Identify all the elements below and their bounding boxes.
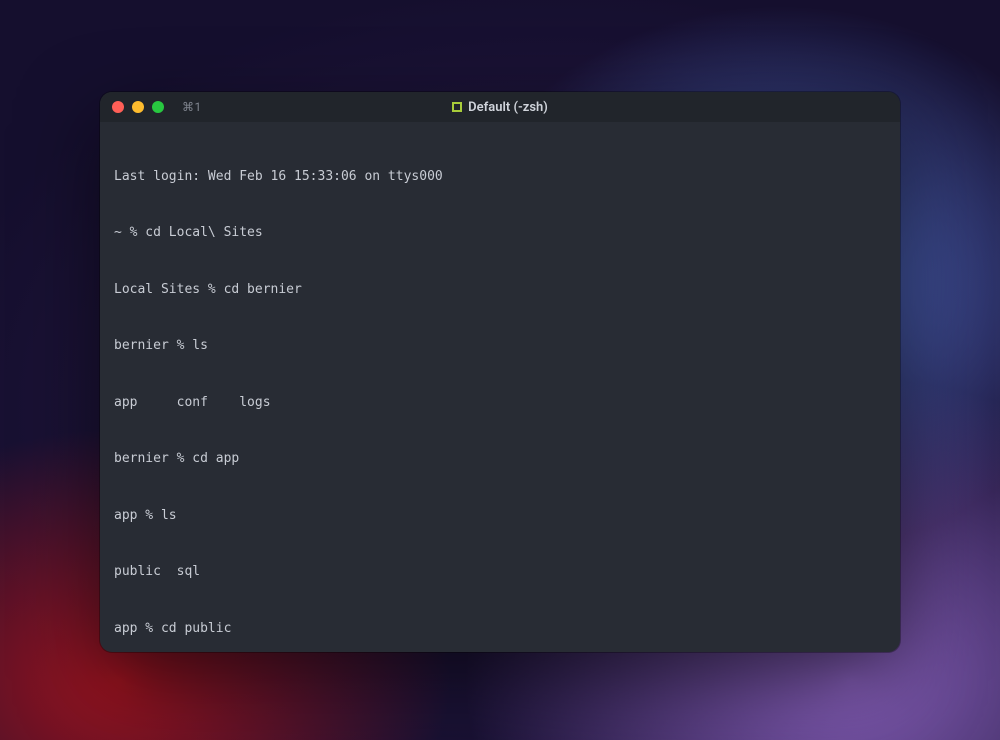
cmd-line: bernier % cd app [114, 450, 886, 469]
cmd-line: app % ls [114, 507, 886, 526]
terminal-icon [452, 102, 462, 112]
terminal-window: ⌘1 Default (-zsh) Last login: Wed Feb 16… [100, 92, 900, 652]
tab-indicator[interactable]: ⌘1 [182, 100, 202, 114]
window-title: Default (-zsh) [100, 100, 900, 115]
titlebar[interactable]: ⌘1 Default (-zsh) [100, 92, 900, 122]
terminal-body[interactable]: Last login: Wed Feb 16 15:33:06 on ttys0… [100, 122, 900, 652]
close-icon[interactable] [112, 101, 124, 113]
cmd-line: app % cd public [114, 620, 886, 639]
output-line: public sql [114, 563, 886, 582]
maximize-icon[interactable] [152, 101, 164, 113]
output-line: app conf logs [114, 394, 886, 413]
traffic-lights [112, 101, 164, 113]
cmd-line: ~ % cd Local\ Sites [114, 224, 886, 243]
cmd-line: Local Sites % cd bernier [114, 281, 886, 300]
last-login-line: Last login: Wed Feb 16 15:33:06 on ttys0… [114, 168, 886, 187]
window-title-text: Default (-zsh) [468, 100, 548, 115]
minimize-icon[interactable] [132, 101, 144, 113]
cmd-line: bernier % ls [114, 337, 886, 356]
